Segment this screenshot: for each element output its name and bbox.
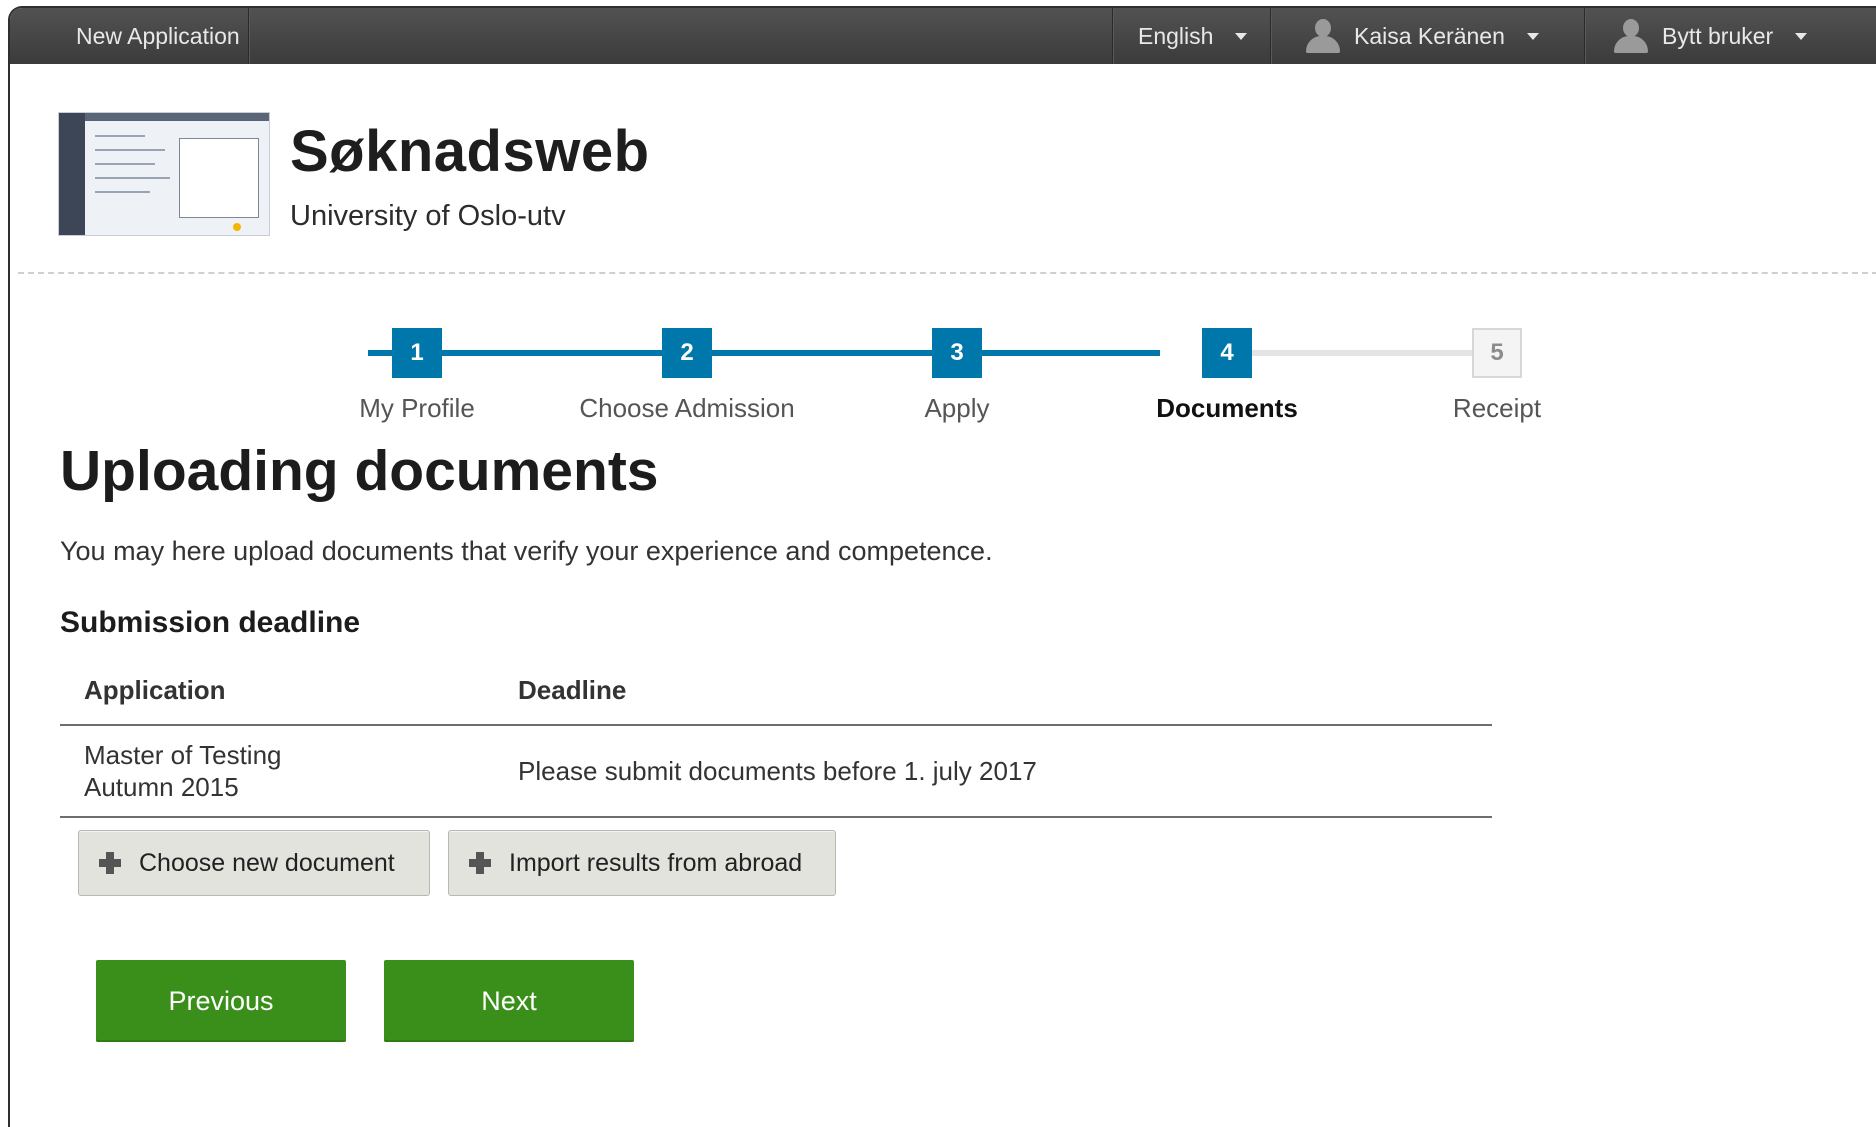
- column-header: Application: [60, 658, 494, 726]
- header-divider: [18, 272, 1876, 274]
- choose-new-document-button[interactable]: Choose new document: [78, 830, 430, 896]
- choose-new-document-label: Choose new document: [139, 848, 395, 877]
- navbar-divider: [1270, 8, 1271, 64]
- section-title: Submission deadline: [60, 606, 361, 639]
- app-logo: [58, 112, 270, 236]
- caret-down-icon: [1235, 32, 1248, 40]
- step-5-label: Receipt: [1452, 393, 1542, 423]
- new-application-label: New Application: [76, 22, 240, 49]
- plus-icon: [99, 852, 121, 874]
- next-button[interactable]: Next: [384, 960, 634, 1042]
- user-name: Kaisa Keränen: [1354, 22, 1505, 49]
- step-2-label[interactable]: Choose Admission: [557, 393, 817, 424]
- step-1-label[interactable]: My Profile: [287, 393, 547, 424]
- page-title: Uploading documents: [60, 439, 659, 503]
- deadline-table: Application Deadline Master of Testing A…: [60, 658, 1492, 818]
- table-header-row: Application Deadline: [60, 658, 1492, 726]
- switch-user-label: Bytt bruker: [1662, 22, 1774, 49]
- table-row: Master of Testing Autumn 2015 Please sub…: [60, 725, 1492, 818]
- navbar-divider: [248, 8, 249, 64]
- deadline-cell: Please submit documents before 1. july 2…: [494, 725, 1492, 818]
- user-icon: [1614, 19, 1648, 53]
- column-header: Deadline: [494, 658, 1492, 726]
- language-dropdown[interactable]: English: [1138, 8, 1248, 64]
- app-window: New Application English Kaisa Keränen By…: [8, 6, 1876, 1127]
- intro-text: You may here upload documents that verif…: [60, 536, 993, 566]
- plus-icon: [469, 852, 491, 874]
- previous-button[interactable]: Previous: [96, 960, 346, 1042]
- step-3-marker[interactable]: 3: [932, 328, 982, 378]
- navbar-divider: [1584, 8, 1585, 64]
- app-title: Søknadsweb: [290, 119, 650, 184]
- user-menu[interactable]: Kaisa Keränen: [1306, 8, 1539, 64]
- step-1-marker[interactable]: 1: [392, 328, 442, 378]
- progress-line-complete: [368, 350, 1160, 356]
- navbar-divider: [1112, 8, 1113, 64]
- caret-down-icon: [1526, 32, 1539, 40]
- application-term: Autumn 2015: [84, 772, 239, 802]
- import-results-label: Import results from abroad: [509, 848, 803, 877]
- switch-user-menu[interactable]: Bytt bruker: [1614, 8, 1808, 64]
- app-subtitle: University of Oslo-utv: [290, 200, 566, 232]
- import-results-button[interactable]: Import results from abroad: [448, 830, 836, 896]
- step-4-marker: 4: [1202, 328, 1252, 378]
- new-application-link[interactable]: New Application: [76, 8, 240, 64]
- application-name: Master of Testing: [84, 740, 282, 770]
- language-label: English: [1138, 22, 1214, 49]
- user-icon: [1306, 19, 1340, 53]
- caret-down-icon: [1795, 32, 1808, 40]
- step-5-marker: 5: [1472, 328, 1522, 378]
- step-3-label[interactable]: Apply: [827, 393, 1087, 424]
- step-4-label: Documents: [1156, 393, 1298, 423]
- application-cell: Master of Testing Autumn 2015: [60, 725, 494, 818]
- step-2-marker[interactable]: 2: [662, 328, 712, 378]
- top-navbar: New Application English Kaisa Keränen By…: [10, 8, 1876, 64]
